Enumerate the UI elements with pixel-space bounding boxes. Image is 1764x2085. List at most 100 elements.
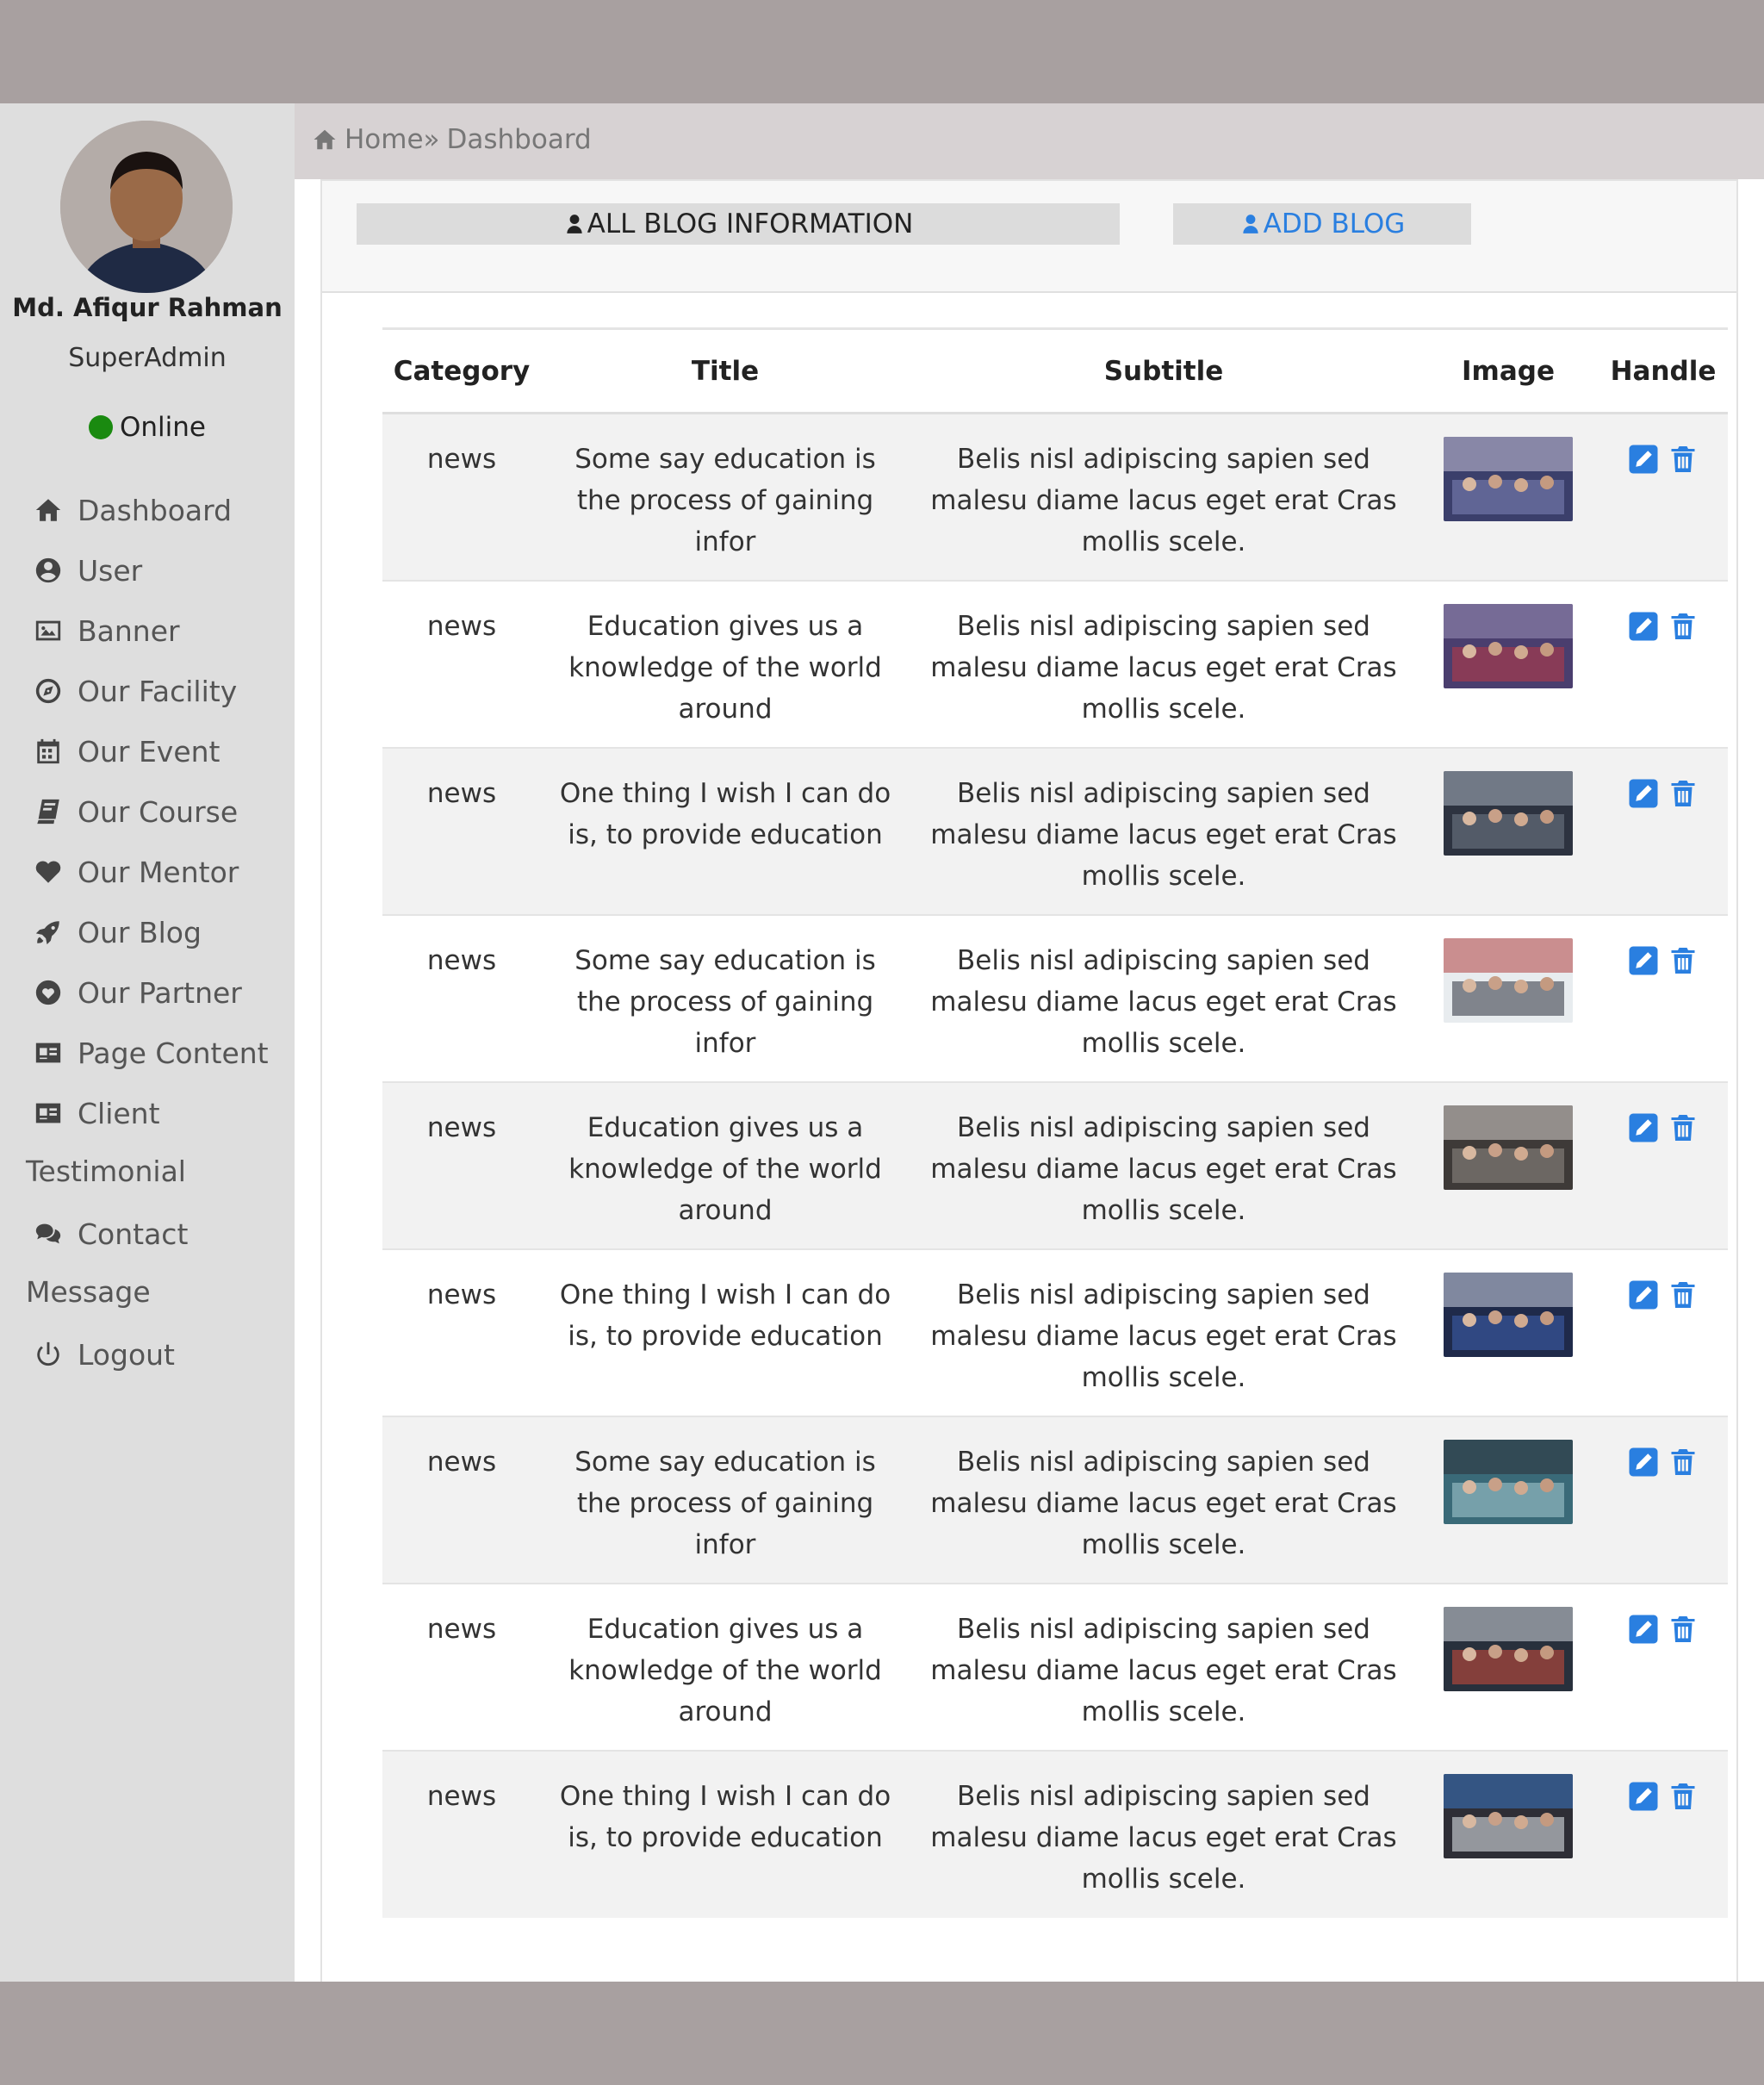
breadcrumb-home-link[interactable]: Home	[345, 124, 424, 155]
cell-category: news	[382, 1750, 541, 1918]
edit-button[interactable]	[1628, 1781, 1659, 1812]
cell-subtitle: Belis nisl adipiscing sapien sed malesu …	[910, 1583, 1418, 1752]
sidebar-item-banner[interactable]: Banner	[0, 605, 295, 657]
breadcrumb-bar: Home» Dashboard	[295, 103, 1764, 179]
avatar	[60, 121, 233, 293]
sidebar-item-label: Page Content	[78, 1036, 269, 1070]
main-content: ALL BLOG INFORMATION ADD BLOG Category T…	[295, 179, 1764, 1982]
cell-handle	[1599, 747, 1728, 916]
sidebar-item-page-content[interactable]: Page Content	[0, 1027, 295, 1079]
delete-button[interactable]	[1668, 611, 1699, 642]
edit-button[interactable]	[1628, 444, 1659, 475]
sidebar-item-message[interactable]: Message	[26, 1275, 151, 1309]
cell-title: Education gives us a knowledge of the wo…	[541, 1583, 910, 1752]
user-role: SuperAdmin	[68, 343, 227, 373]
delete-button[interactable]	[1668, 1279, 1699, 1310]
sidebar-item-user[interactable]: User	[0, 545, 295, 596]
sidebar-item-label: Banner	[78, 613, 180, 648]
sidebar-item-label: Our Partner	[78, 975, 242, 1010]
sidebar-item-label: Our Course	[78, 794, 239, 829]
cell-image	[1418, 914, 1599, 1083]
blog-thumbnail	[1444, 603, 1573, 688]
sidebar-item-our-course[interactable]: Our Course	[0, 786, 295, 837]
blog-thumbnail	[1444, 1773, 1573, 1858]
column-header-subtitle: Subtitle	[910, 328, 1418, 414]
delete-button[interactable]	[1668, 945, 1699, 976]
cell-image	[1418, 747, 1599, 916]
cell-title: One thing I wish I can do is, to provide…	[541, 1248, 910, 1417]
sidebar-item-our-blog[interactable]: Our Blog	[0, 906, 295, 958]
table-header-row: Category Title Subtitle Image Handle	[382, 328, 1728, 414]
sidebar-item-label: Logout	[78, 1337, 175, 1372]
edit-button[interactable]	[1628, 1279, 1659, 1310]
edit-icon	[1629, 1280, 1658, 1309]
edit-icon	[1629, 1113, 1658, 1142]
edit-icon	[1629, 946, 1658, 974]
trash-icon	[1671, 1281, 1695, 1308]
delete-button[interactable]	[1668, 1112, 1699, 1143]
tab-add-label: ADD BLOG	[1263, 208, 1406, 240]
trash-icon	[1671, 1783, 1695, 1809]
edit-button[interactable]	[1628, 945, 1659, 976]
id-card-icon	[33, 1098, 64, 1129]
edit-button[interactable]	[1628, 778, 1659, 809]
sidebar-item-client[interactable]: Client	[0, 1087, 295, 1139]
cell-category: news	[382, 914, 541, 1083]
sidebar-item-label: Dashboard	[78, 493, 233, 527]
blog-thumbnail	[1444, 770, 1573, 856]
delete-button[interactable]	[1668, 1614, 1699, 1645]
cell-title: Some say education is the process of gai…	[541, 413, 910, 582]
book-icon	[33, 796, 64, 827]
sidebar-item-our-mentor[interactable]: Our Mentor	[0, 846, 295, 898]
cell-title: Education gives us a knowledge of the wo…	[541, 580, 910, 749]
cell-category: news	[382, 1081, 541, 1250]
cell-handle	[1599, 1416, 1728, 1584]
sidebar-item-dashboard[interactable]: Dashboard	[0, 484, 295, 536]
edit-button[interactable]	[1628, 1447, 1659, 1478]
cell-subtitle: Belis nisl adipiscing sapien sed malesu …	[910, 1750, 1418, 1918]
cell-category: news	[382, 1416, 541, 1584]
delete-button[interactable]	[1668, 1781, 1699, 1812]
online-dot-icon	[89, 415, 113, 439]
sidebar-item-testimonial[interactable]: Testimonial	[26, 1155, 186, 1188]
table-row: news One thing I wish I can do is, to pro…	[382, 1248, 1728, 1417]
table-row: news Education gives us a knowledge of th…	[382, 1081, 1728, 1250]
cell-category: news	[382, 1248, 541, 1417]
tab-add-blog[interactable]: ADD BLOG	[1173, 203, 1471, 245]
sidebar-item-our-partner[interactable]: Our Partner	[0, 967, 295, 1018]
breadcrumb-separator: »	[423, 124, 440, 155]
delete-button[interactable]	[1668, 1447, 1699, 1478]
sidebar: Md. Afiqur Rahman SuperAdmin Online Dash…	[0, 103, 295, 1982]
blog-thumbnail	[1444, 937, 1573, 1023]
cell-handle	[1599, 1248, 1728, 1417]
blog-thumbnail	[1444, 437, 1573, 521]
sidebar-item-label: Contact	[78, 1217, 189, 1251]
cell-image	[1418, 1081, 1599, 1250]
cell-category: news	[382, 413, 541, 582]
delete-button[interactable]	[1668, 778, 1699, 809]
cell-title: Some say education is the process of gai…	[541, 1416, 910, 1584]
edit-button[interactable]	[1628, 1112, 1659, 1143]
column-header-title: Title	[541, 328, 910, 414]
home-icon	[33, 495, 64, 526]
sidebar-item-contact[interactable]: Contact	[0, 1208, 295, 1260]
blog-thumbnail	[1444, 1439, 1573, 1524]
sidebar-item-logout[interactable]: Logout	[0, 1329, 295, 1380]
trash-icon	[1671, 613, 1695, 639]
table-row: news One thing I wish I can do is, to pro…	[382, 747, 1728, 916]
user-icon	[1242, 215, 1258, 233]
breadcrumb-current: Dashboard	[446, 124, 592, 155]
user-name: Md. Afiqur Rahman	[12, 293, 283, 322]
tab-all-blog-information[interactable]: ALL BLOG INFORMATION	[357, 203, 1120, 245]
edit-button[interactable]	[1628, 1614, 1659, 1645]
edit-button[interactable]	[1628, 611, 1659, 642]
cell-subtitle: Belis nisl adipiscing sapien sed malesu …	[910, 413, 1418, 582]
sidebar-item-our-event[interactable]: Our Event	[0, 725, 295, 777]
card-header: ALL BLOG INFORMATION ADD BLOG	[322, 181, 1736, 293]
sidebar-item-label: Our Blog	[78, 915, 202, 949]
delete-button[interactable]	[1668, 444, 1699, 475]
cell-image	[1418, 1248, 1599, 1417]
sidebar-item-our-facility[interactable]: Our Facility	[0, 665, 295, 717]
image-icon	[33, 615, 64, 646]
cell-subtitle: Belis nisl adipiscing sapien sed malesu …	[910, 1416, 1418, 1584]
